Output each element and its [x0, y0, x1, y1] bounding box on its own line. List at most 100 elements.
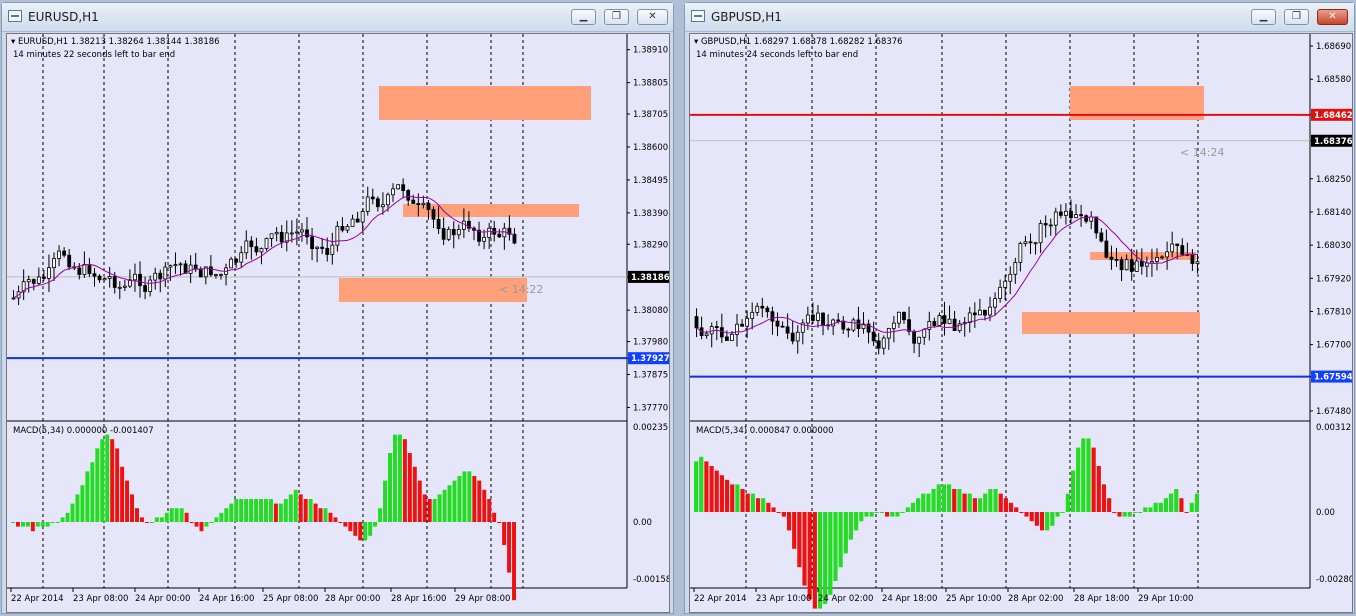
candle-body	[694, 316, 699, 329]
price-tick-label: 1.37770	[633, 403, 668, 413]
window-title: EURUSD,H1	[28, 10, 99, 24]
candle-body	[345, 226, 350, 231]
candle-body	[310, 236, 314, 249]
macd-bar	[159, 517, 164, 522]
macd-bar	[1169, 493, 1174, 512]
macd-bar	[125, 480, 130, 522]
price-tick-label: 1.38705	[633, 110, 668, 120]
macd-bar	[993, 489, 998, 512]
macd-bar	[1055, 512, 1060, 517]
collapse-arrow-icon[interactable]: ▾	[11, 37, 18, 47]
macd-bar	[259, 499, 263, 522]
candle-body	[755, 305, 760, 313]
candle-body	[988, 306, 992, 316]
candle-body	[158, 272, 163, 280]
macd-bar	[1179, 498, 1184, 512]
macd-bar	[462, 471, 467, 522]
candle-body	[907, 319, 911, 332]
candle-body	[289, 232, 294, 235]
candle-body	[396, 184, 400, 190]
chart-window-icon	[8, 10, 22, 22]
macd-bar	[149, 522, 154, 523]
minimize-button[interactable]: ▁	[571, 9, 596, 25]
macd-bar	[1070, 470, 1076, 512]
macd-bar	[383, 480, 388, 522]
macd-bar	[1189, 502, 1194, 512]
chart-area[interactable]: 1.68690 1.68580 1.68462 1.68376 1.68250 1.681…	[689, 33, 1353, 613]
macd-bar	[303, 499, 308, 522]
maximize-button[interactable]: ❐	[1284, 9, 1309, 25]
time-tick-label: 28 Apr 02:00	[1008, 594, 1063, 604]
chart-area[interactable]: 1.38910 1.38805 1.38705 1.38600 1.38495 1.383…	[6, 33, 670, 613]
candle-body	[1190, 253, 1195, 264]
macd-bar	[288, 494, 293, 522]
macd-bar	[823, 512, 828, 604]
macd-bar	[786, 512, 792, 531]
candle-body	[714, 326, 719, 328]
close-button[interactable]: ✕	[1317, 9, 1348, 25]
macd-bar	[936, 484, 941, 512]
macd-bar	[422, 494, 427, 522]
candle-body	[461, 220, 466, 230]
candle-body	[1129, 259, 1134, 272]
candle-body	[208, 266, 213, 276]
macd-bar	[110, 439, 115, 522]
candle-body	[497, 233, 502, 238]
chart-svg[interactable]: 1.38910 1.38805 1.38705 1.38600 1.38495 1.383…	[7, 34, 669, 612]
chart-svg[interactable]: 1.68690 1.68580 1.68462 1.68376 1.68250 1.681…	[690, 34, 1352, 612]
maximize-button[interactable]: ❐	[604, 9, 629, 25]
macd-bar	[30, 522, 35, 532]
window-titlebar[interactable]: GBPUSD,H1 ▁ ❐ ✕	[685, 3, 1354, 32]
candle-body	[977, 309, 982, 316]
candle-body	[350, 218, 355, 227]
macd-bar	[328, 512, 333, 522]
bar-countdown-label: < 14:24	[1180, 146, 1224, 159]
macd-bar	[755, 498, 761, 512]
macd-tick-label: 0.002351	[633, 423, 669, 433]
window-eurusd[interactable]: EURUSD,H1 ▁ ❐ ✕ 1.38910 1.38805 1.38705 1.3…	[1, 2, 674, 614]
macd-bar	[761, 498, 766, 512]
candle-body	[264, 238, 269, 249]
price-tick-label: 1.37875	[633, 370, 668, 380]
collapse-arrow-icon[interactable]: ▾	[694, 37, 701, 47]
macd-bar	[1153, 502, 1158, 512]
candle-body	[112, 276, 117, 288]
time-tick-label: 22 Apr 2014	[694, 594, 747, 604]
macd-bar	[95, 448, 100, 522]
macd-bar	[90, 462, 95, 522]
candle-body	[47, 267, 51, 279]
time-tick-label: 28 Apr 18:00	[1074, 594, 1129, 604]
candle-body	[391, 188, 395, 196]
candle-body	[153, 272, 158, 281]
minimize-button[interactable]: ▁	[1251, 9, 1276, 25]
macd-bar	[1050, 512, 1055, 526]
price-tag-label: 1.68462	[1314, 111, 1352, 121]
candle-body	[709, 326, 714, 335]
macd-bar	[704, 461, 709, 512]
candle-body	[173, 264, 178, 267]
macd-bar	[392, 434, 397, 522]
macd-bar	[273, 503, 278, 522]
window-gbpusd[interactable]: GBPUSD,H1 ▁ ❐ ✕ 1.686901.685801.684621.6…	[684, 2, 1355, 614]
macd-bar	[1076, 447, 1081, 512]
macd-bar	[477, 480, 482, 522]
macd-bar	[719, 475, 724, 512]
macd-bar	[169, 508, 174, 522]
candle-body	[406, 190, 411, 201]
candle-body	[1008, 273, 1013, 282]
candle-body	[1084, 215, 1089, 222]
bar-timer-text: 14 minutes 22 seconds left to bar end	[13, 50, 176, 60]
chart-header: ▾ EURUSD,H1 1.38213 1.38264 1.38144 1.38…	[11, 37, 220, 47]
candle-body	[1033, 242, 1038, 245]
macd-bar	[268, 499, 273, 522]
macd-bar	[1127, 512, 1132, 517]
macd-bar	[363, 522, 368, 541]
time-tick-label: 23 Apr 08:00	[73, 594, 128, 604]
bar-timer-text: 14 minutes 24 seconds left to bar end	[696, 50, 859, 60]
window-titlebar[interactable]: EURUSD,H1 ▁ ❐ ✕	[2, 3, 673, 32]
macd-bar	[278, 503, 283, 522]
candle-body	[993, 298, 997, 308]
close-button[interactable]: ✕	[637, 9, 668, 25]
candle-body	[355, 218, 360, 223]
candle-body	[1155, 257, 1159, 262]
